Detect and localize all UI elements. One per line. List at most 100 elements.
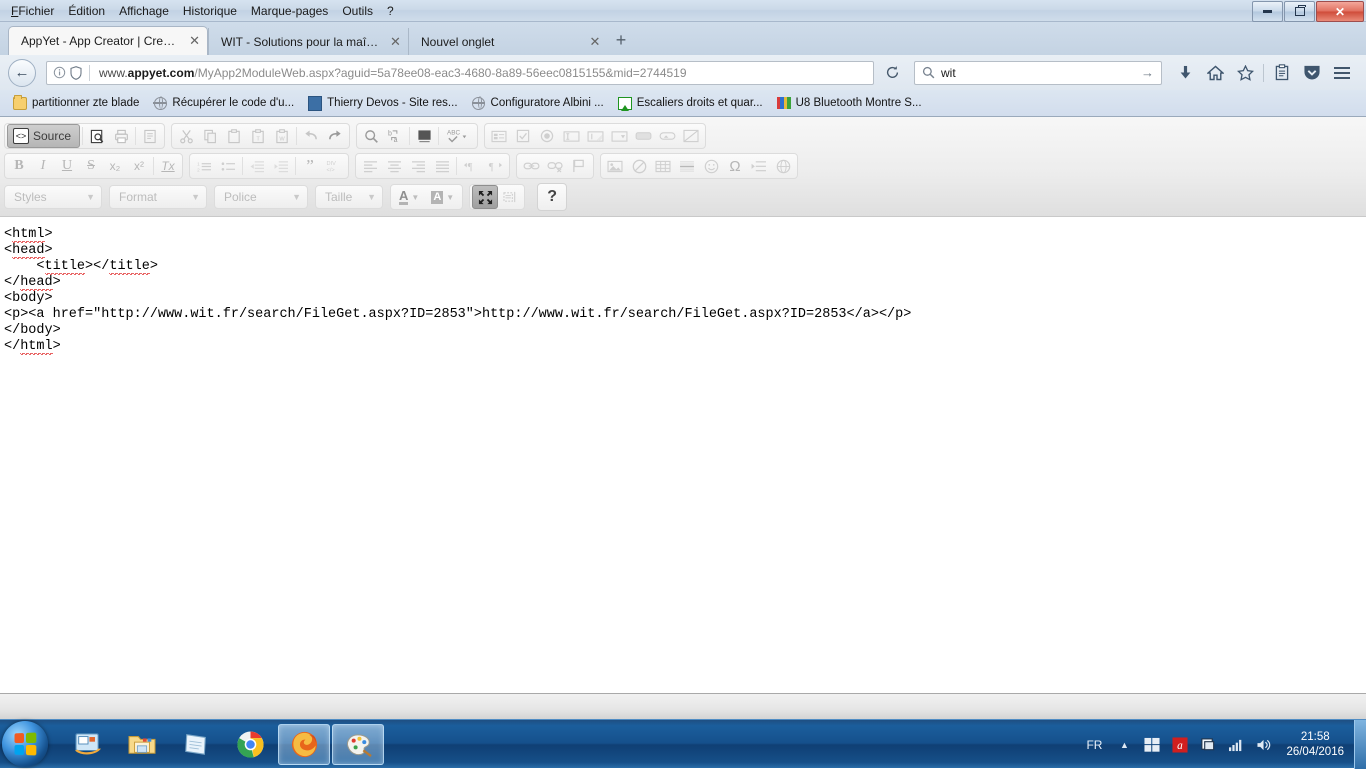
align-center-icon[interactable] xyxy=(382,155,406,177)
new-tab-button[interactable]: + xyxy=(608,28,634,55)
radio-icon[interactable] xyxy=(535,125,559,147)
windows-update-icon[interactable] xyxy=(1141,734,1163,756)
format-dropdown[interactable]: Format ▼ xyxy=(109,185,207,209)
browser-tab-wit[interactable]: WIT - Solutions pour la maîtris... ✕ xyxy=(208,28,408,55)
select-all-icon[interactable] xyxy=(412,125,436,147)
paste-icon[interactable] xyxy=(222,125,246,147)
bookmark-star-button[interactable] xyxy=(1230,59,1260,87)
bookmark-escaliers-droits[interactable]: Escaliers droits et quar... xyxy=(611,94,770,112)
iframe-icon[interactable] xyxy=(771,155,795,177)
pocket-button[interactable] xyxy=(1297,59,1327,87)
back-button[interactable]: ← xyxy=(8,58,36,87)
button-icon[interactable] xyxy=(631,125,655,147)
form-icon[interactable] xyxy=(487,125,511,147)
library-button[interactable] xyxy=(1267,59,1297,87)
tab-close-icon[interactable]: ✕ xyxy=(588,34,602,50)
cut-icon[interactable] xyxy=(174,125,198,147)
hiddenfield-icon[interactable] xyxy=(679,125,703,147)
source-button[interactable]: <> Source xyxy=(7,124,81,148)
help-button[interactable]: ? xyxy=(537,183,568,211)
indent-icon[interactable] xyxy=(269,155,293,177)
remove-format-icon[interactable]: Tx xyxy=(156,155,180,177)
spellcheck-icon[interactable]: ABC xyxy=(441,125,475,147)
taskbar-item-windows-live-mail[interactable] xyxy=(62,724,114,765)
taskbar-item-file-explorer[interactable] xyxy=(116,724,168,765)
menu-item-historique[interactable]: Historique xyxy=(176,3,244,19)
source-code-textarea[interactable]: <html> <head> <title></title> </head> <b… xyxy=(0,227,1366,691)
bookmark-configuratore-albini[interactable]: Configuratore Albini ... xyxy=(465,94,611,112)
menu-item-affichage[interactable]: Affichage xyxy=(112,3,176,19)
minimize-button[interactable] xyxy=(1252,1,1283,22)
menu-item-marque-pages[interactable]: Marque-pages xyxy=(244,3,335,19)
bg-color-button[interactable]: A ▼ xyxy=(425,186,460,208)
bookmark-partitionner-zte-blade[interactable]: partitionner zte blade xyxy=(6,94,146,112)
find-icon[interactable] xyxy=(359,125,383,147)
search-go-icon[interactable]: → xyxy=(1141,65,1154,80)
start-button[interactable] xyxy=(2,721,48,767)
avira-icon[interactable]: a xyxy=(1169,734,1191,756)
search-input[interactable]: wit xyxy=(941,66,1141,80)
bookmark-thierry-devos[interactable]: Thierry Devos - Site res... xyxy=(301,94,464,112)
close-button[interactable]: ✕ xyxy=(1316,1,1364,22)
align-right-icon[interactable] xyxy=(406,155,430,177)
show-blocks-button[interactable] xyxy=(498,186,522,208)
image-icon[interactable] xyxy=(603,155,627,177)
underline-icon[interactable]: U xyxy=(55,155,79,177)
replace-icon[interactable]: ba xyxy=(383,125,407,147)
textarea-icon[interactable] xyxy=(583,125,607,147)
table-icon[interactable] xyxy=(651,155,675,177)
subscript-icon[interactable]: x₂ xyxy=(103,155,127,177)
unlink-icon[interactable] xyxy=(543,155,567,177)
signal-icon[interactable] xyxy=(1225,734,1247,756)
bulleted-list-icon[interactable] xyxy=(216,155,240,177)
font-dropdown[interactable]: Police ▼ xyxy=(214,185,308,209)
horizontal-rule-icon[interactable] xyxy=(675,155,699,177)
bold-icon[interactable]: B xyxy=(7,155,31,177)
flash-icon[interactable] xyxy=(627,155,651,177)
textfield-icon[interactable] xyxy=(559,125,583,147)
paste-word-icon[interactable]: W xyxy=(270,125,294,147)
show-hidden-icons-button[interactable]: ▲ xyxy=(1113,734,1135,756)
strike-icon[interactable]: S xyxy=(79,155,103,177)
undo-icon[interactable] xyxy=(299,125,323,147)
page-info-icon[interactable] xyxy=(53,66,66,79)
volume-icon[interactable] xyxy=(1253,734,1275,756)
network-flag-icon[interactable] xyxy=(1197,734,1219,756)
identity-box[interactable] xyxy=(47,64,99,81)
tab-close-icon[interactable]: ✕ xyxy=(389,34,402,50)
print-icon[interactable] xyxy=(109,125,133,147)
taskbar-item-paint[interactable] xyxy=(332,723,384,765)
show-desktop-button[interactable] xyxy=(1354,720,1366,769)
text-color-button[interactable]: A ▼ xyxy=(393,186,425,208)
taskbar-clock[interactable]: 21:58 26/04/2016 xyxy=(1286,730,1344,760)
menu-item-outils[interactable]: Outils xyxy=(335,3,380,19)
preview-icon[interactable] xyxy=(85,125,109,147)
redo-icon[interactable] xyxy=(323,125,347,147)
align-left-icon[interactable] xyxy=(358,155,382,177)
browser-tab-appyet[interactable]: AppYet - App Creator | Create ... ✕ xyxy=(8,26,208,55)
link-icon[interactable] xyxy=(519,155,543,177)
smiley-icon[interactable] xyxy=(699,155,723,177)
styles-dropdown[interactable]: Styles ▼ xyxy=(4,185,102,209)
italic-icon[interactable]: I xyxy=(31,155,55,177)
browser-tab-nouvel-onglet[interactable]: Nouvel onglet ✕ xyxy=(408,28,608,55)
tracking-shield-icon[interactable] xyxy=(70,66,83,80)
reload-button[interactable] xyxy=(878,60,906,86)
blockquote-icon[interactable]: ” xyxy=(298,155,322,177)
checkbox-icon[interactable] xyxy=(511,125,535,147)
menu-item-help[interactable]: ? xyxy=(380,3,401,19)
taskbar-item-google-chrome[interactable] xyxy=(224,724,276,765)
size-dropdown[interactable]: Taille ▼ xyxy=(315,185,383,209)
taskbar-item-firefox[interactable] xyxy=(278,723,330,765)
numbered-list-icon[interactable]: 12 xyxy=(192,155,216,177)
home-button[interactable] xyxy=(1200,59,1230,87)
menu-item-fichier[interactable]: FFichier xyxy=(4,3,61,19)
restore-button[interactable] xyxy=(1284,1,1315,22)
copy-icon[interactable] xyxy=(198,125,222,147)
menu-item-edition[interactable]: Édition xyxy=(61,3,112,19)
templates-icon[interactable] xyxy=(138,125,162,147)
language-indicator[interactable]: FR xyxy=(1086,738,1102,752)
bookmark-recuperer-le-code[interactable]: Récupérer le code d'u... xyxy=(146,94,301,112)
outdent-icon[interactable] xyxy=(245,155,269,177)
select-icon[interactable] xyxy=(607,125,631,147)
